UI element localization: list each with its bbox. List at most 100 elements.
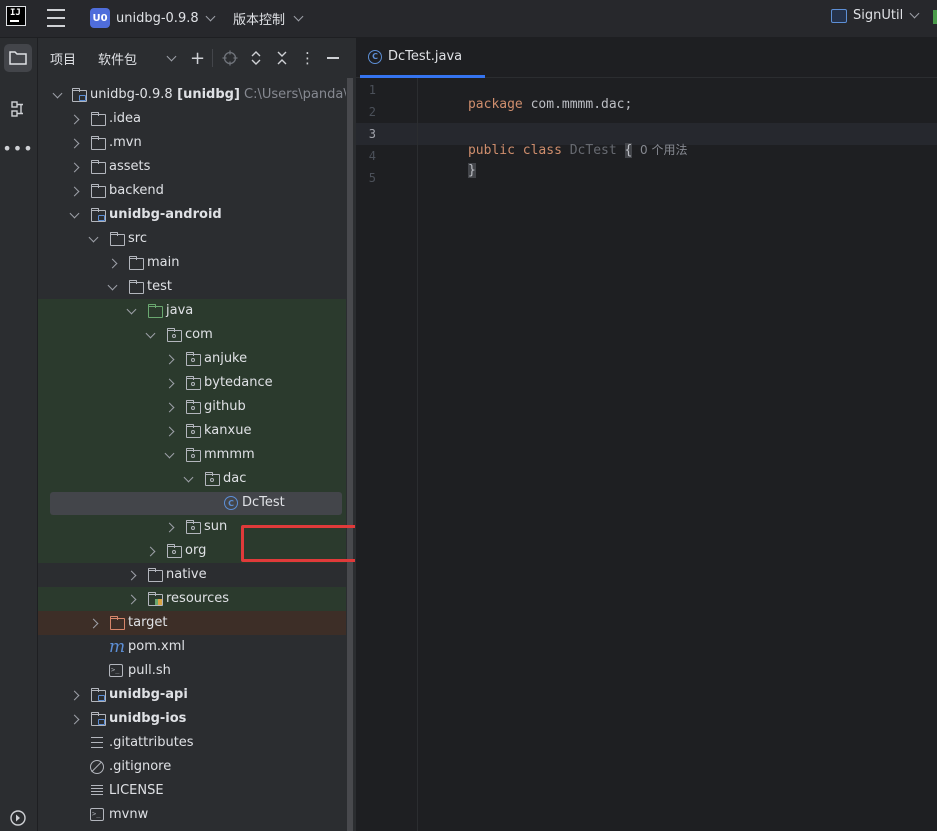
tree-node-label: DcTest — [242, 495, 285, 510]
chevron-down-icon[interactable] — [52, 88, 63, 99]
code-line-3[interactable]: public class DcTest { 0 个用法 — [421, 126, 687, 158]
chevron-right-icon[interactable] — [164, 354, 175, 365]
line-number: 5 — [368, 171, 376, 185]
tree-node-resources[interactable]: resources — [38, 587, 355, 611]
tree-node-github[interactable]: github — [38, 395, 355, 419]
chevron-right-icon[interactable] — [69, 114, 80, 125]
chevron-right-icon[interactable] — [69, 186, 80, 197]
chevron-right-icon[interactable] — [164, 402, 175, 413]
tree-node-unidbg-android[interactable]: unidbg-android — [38, 203, 355, 227]
chevron-right-icon[interactable] — [126, 570, 137, 581]
project-tool-button[interactable] — [4, 44, 32, 72]
package-icon — [166, 544, 182, 558]
tree-node-unidbg-ios[interactable]: unidbg-ios — [38, 707, 355, 731]
project-badge-icon: U0 — [90, 8, 110, 28]
tree-node-dac[interactable]: dac — [38, 467, 355, 491]
tree-node-mvn[interactable]: .mvn — [38, 131, 355, 155]
folder-icon — [90, 136, 106, 150]
tree-node-native[interactable]: native — [38, 563, 355, 587]
chevron-down-icon[interactable] — [107, 280, 118, 291]
tree-node-dctest[interactable]: C DcTest — [38, 491, 355, 515]
chevron-down-icon[interactable] — [183, 472, 194, 483]
tree-node-test[interactable]: test — [38, 275, 355, 299]
chevron-right-icon[interactable] — [164, 378, 175, 389]
run-button-icon[interactable] — [933, 10, 937, 24]
editor-tab-dctest[interactable]: C DcTest.java — [360, 38, 485, 78]
tab-packages[interactable]: 软件包 — [98, 38, 137, 78]
options-button[interactable]: ⋮ — [300, 38, 315, 78]
tree-node-label: .gitattributes — [109, 735, 194, 750]
chevron-down-icon[interactable] — [88, 232, 99, 243]
hide-panel-button[interactable] — [327, 38, 340, 78]
tree-node-license[interactable]: LICENSE — [38, 779, 355, 803]
tree-node-label: src — [128, 231, 147, 246]
tree-node-src[interactable]: src — [38, 227, 355, 251]
tree-node-main[interactable]: main — [38, 251, 355, 275]
vcs-menu[interactable]: 版本控制 — [233, 9, 304, 28]
chevron-down-icon[interactable] — [69, 208, 80, 219]
run-configuration-selector[interactable]: SignUtil — [831, 8, 920, 23]
tree-node-label: unidbg-0.9.8 [unidbg] C:\Users\panda\Des… — [90, 87, 355, 102]
root-module-name: [unidbg] — [172, 87, 240, 102]
main-menu-button[interactable] — [46, 9, 66, 27]
tree-node-kanxue[interactable]: kanxue — [38, 419, 355, 443]
chevron-down-icon[interactable] — [126, 304, 137, 315]
close-brace: } — [467, 163, 476, 178]
root-path: C:\Users\panda\Deskt — [244, 87, 355, 102]
tree-node-anjuke[interactable]: anjuke — [38, 347, 355, 371]
tree-node-pull-sh[interactable]: >_ pull.sh — [38, 659, 355, 683]
tree-node-idea[interactable]: .idea — [38, 107, 355, 131]
left-tool-strip: ••• — [0, 38, 38, 831]
expand-all-button[interactable] — [250, 38, 262, 78]
tree-node-bytedance[interactable]: bytedance — [38, 371, 355, 395]
hamburger-line-icon — [47, 9, 65, 11]
tree-node-pom[interactable]: m pom.xml — [38, 635, 355, 659]
chevron-right-icon[interactable] — [69, 162, 80, 173]
folder-icon — [90, 112, 106, 126]
tree-node-target[interactable]: target — [38, 611, 355, 635]
tree-node-backend[interactable]: backend — [38, 179, 355, 203]
ide-logo-icon[interactable]: IJ — [6, 6, 26, 26]
tree-node-mvnw[interactable]: >_ mvnw — [38, 803, 355, 827]
keyword-package: package — [467, 97, 523, 112]
tree-node-unidbg-api[interactable]: unidbg-api — [38, 683, 355, 707]
chevron-right-icon[interactable] — [145, 546, 156, 557]
tree-node-mmmm[interactable]: mmmm — [38, 443, 355, 467]
panel-scrollbar[interactable] — [346, 38, 356, 831]
chevron-right-icon[interactable] — [69, 138, 80, 149]
view-dropdown-button[interactable] — [166, 38, 180, 78]
chevron-right-icon[interactable] — [107, 258, 118, 269]
tree-node-label: .mvn — [109, 135, 142, 150]
structure-tool-button[interactable] — [4, 95, 32, 123]
tree-node-gitignore[interactable]: .gitignore — [38, 755, 355, 779]
tree-node-assets[interactable]: assets — [38, 155, 355, 179]
chevron-right-icon[interactable] — [164, 522, 175, 533]
chevron-right-icon[interactable] — [126, 594, 137, 605]
chevron-right-icon[interactable] — [69, 690, 80, 701]
project-tool-window: 项目 软件包 + ⋮ unidbg-0.9.8 [unidbg] C:\User… — [38, 38, 355, 831]
gitignore-icon — [90, 760, 104, 774]
project-switcher[interactable]: U0 unidbg-0.9.8 — [90, 7, 216, 29]
tab-project[interactable]: 项目 — [50, 38, 76, 78]
tree-node-label: unidbg-android — [109, 207, 222, 222]
tree-node-com[interactable]: com — [38, 323, 355, 347]
shell-script-icon: >_ — [109, 664, 123, 677]
collapse-all-button[interactable] — [276, 38, 288, 78]
locate-file-button[interactable] — [222, 38, 238, 78]
tree-node-root[interactable]: unidbg-0.9.8 [unidbg] C:\Users\panda\Des… — [38, 83, 355, 107]
code-line-4[interactable]: } — [421, 148, 476, 178]
chevron-right-icon[interactable] — [88, 618, 99, 629]
chevron-down-icon — [166, 51, 177, 61]
add-file-button[interactable]: + — [190, 38, 205, 78]
tree-node-label: github — [204, 399, 246, 414]
more-tools-icon[interactable]: ••• — [2, 134, 32, 162]
usages-inlay-hint[interactable]: 0 个用法 — [632, 143, 687, 157]
services-tool-button[interactable] — [4, 804, 32, 831]
chevron-right-icon[interactable] — [164, 426, 175, 437]
tree-node-java[interactable]: java — [38, 299, 355, 323]
chevron-right-icon[interactable] — [69, 714, 80, 725]
code-line-1[interactable]: package com.mmmm.dac; — [421, 82, 632, 112]
tree-node-gitattributes[interactable]: .gitattributes — [38, 731, 355, 755]
chevron-down-icon[interactable] — [145, 328, 156, 339]
chevron-down-icon[interactable] — [164, 448, 175, 459]
